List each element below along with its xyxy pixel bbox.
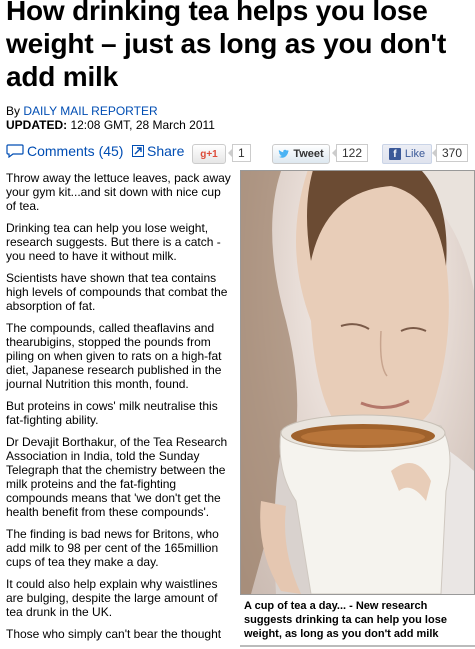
byline: By DAILY MAIL REPORTER bbox=[6, 104, 158, 118]
facebook-like-button[interactable]: f Like bbox=[382, 144, 432, 164]
article-headline: How drinking tea helps you lose weight –… bbox=[6, 0, 447, 92]
gplus-count: 1 bbox=[228, 144, 251, 162]
photo-caption: A cup of tea a day... - New research sug… bbox=[244, 600, 447, 640]
paragraph: Those who simply can't bear the thought bbox=[6, 627, 222, 641]
tweet-label: Tweet bbox=[293, 148, 324, 160]
photo-illustration bbox=[241, 171, 474, 594]
like-label: Like bbox=[404, 148, 426, 160]
updated-time: 12:08 GMT, 28 March 2011 bbox=[70, 118, 215, 132]
speech-bubble-icon bbox=[6, 144, 24, 158]
paragraph: It could also help explain why waistline… bbox=[6, 577, 218, 619]
like-count: 370 bbox=[431, 144, 469, 162]
paragraph: Scientists have shown that tea contains … bbox=[6, 271, 228, 313]
comments-label: Comments (45) bbox=[27, 143, 124, 159]
byline-prefix: By bbox=[6, 104, 21, 118]
share-button[interactable]: Share bbox=[132, 143, 184, 159]
article-figure: A cup of tea a day... - New research sug… bbox=[240, 170, 475, 649]
social-bar: Comments (45) Share g +1 1 Tweet 122 f L… bbox=[6, 141, 472, 165]
woman-drinking-tea-photo bbox=[240, 170, 475, 595]
twitter-bird-icon bbox=[278, 149, 290, 158]
caption-divider bbox=[240, 645, 475, 647]
paragraph: Throw away the lettuce leaves, pack away… bbox=[6, 171, 231, 213]
facebook-icon: f bbox=[388, 148, 401, 160]
paragraph: The finding is bad news for Britons, who… bbox=[6, 527, 219, 569]
comments-link[interactable]: Comments (45) bbox=[6, 143, 123, 159]
updated-timestamp: UPDATED: 12:08 GMT, 28 March 2011 bbox=[6, 118, 215, 132]
article-body: Throw away the lettuce leaves, pack away… bbox=[6, 171, 232, 649]
google-plus-button[interactable]: g +1 bbox=[192, 144, 226, 164]
paragraph: Drinking tea can help you lose weight, r… bbox=[6, 221, 221, 263]
paragraph: The compounds, called theaflavins and th… bbox=[6, 321, 222, 391]
tweet-button[interactable]: Tweet bbox=[272, 144, 330, 164]
paragraph: Dr Devajit Borthakur, of the Tea Researc… bbox=[6, 435, 228, 519]
share-label: Share bbox=[147, 143, 185, 159]
author-link[interactable]: DAILY MAIL REPORTER bbox=[23, 104, 157, 118]
share-icon bbox=[132, 145, 144, 157]
tweet-count: 122 bbox=[331, 144, 369, 162]
gplus-label: +1 bbox=[206, 148, 218, 160]
paragraph: But proteins in cows' milk neutralise th… bbox=[6, 399, 218, 427]
updated-label: UPDATED: bbox=[6, 118, 68, 132]
